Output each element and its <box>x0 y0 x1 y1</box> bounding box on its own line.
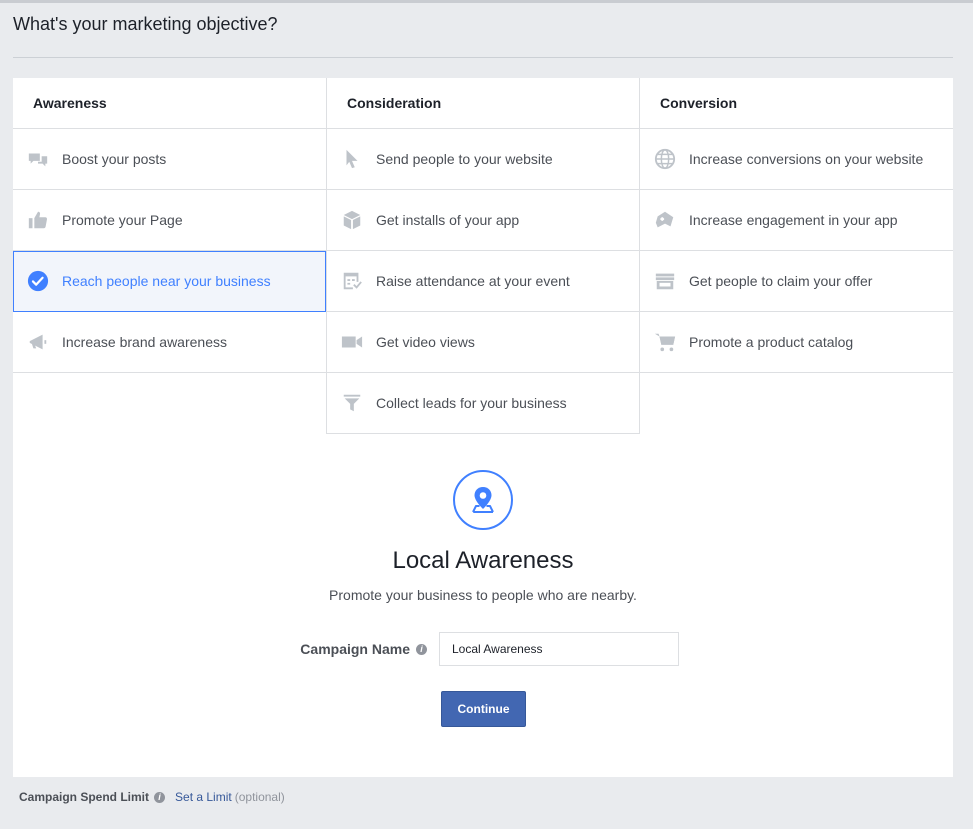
objective-grid: Awareness Boost your posts Promote your … <box>13 78 953 434</box>
column-conversion: Conversion Increase conversions on your … <box>640 78 953 373</box>
objective-website-traffic[interactable]: Send people to your website <box>326 129 640 190</box>
objective-label: Increase brand awareness <box>62 334 227 350</box>
map-pin-icon <box>453 470 513 530</box>
objective-offer-claims[interactable]: Get people to claim your offer <box>640 251 953 312</box>
objective-label: Send people to your website <box>376 151 553 167</box>
detail-description: Promote your business to people who are … <box>329 587 637 603</box>
objective-label: Collect leads for your business <box>376 395 567 411</box>
info-icon[interactable]: i <box>154 791 166 803</box>
set-limit-link[interactable]: Set a Limit <box>175 790 232 804</box>
objective-label: Get video views <box>376 334 475 350</box>
check-circle-icon <box>26 269 50 293</box>
thumbs-up-icon <box>26 208 50 232</box>
video-camera-icon <box>340 330 364 354</box>
objective-event-attendance[interactable]: Raise attendance at your event <box>326 251 640 312</box>
objective-lead-generation[interactable]: Collect leads for your business <box>326 373 640 434</box>
column-consideration: Consideration Send people to your websit… <box>326 78 640 434</box>
campaign-name-label: Campaign Name i <box>300 641 427 657</box>
campaign-name-text: Campaign Name <box>300 641 410 657</box>
objective-label: Promote a product catalog <box>689 334 854 350</box>
campaign-name-input[interactable] <box>439 632 679 666</box>
objective-label: Promote your Page <box>62 212 183 228</box>
page-title: What's your marketing objective? <box>13 14 278 34</box>
globe-icon <box>653 147 677 171</box>
shopping-cart-icon <box>653 330 677 354</box>
speech-bubbles-icon <box>26 147 50 171</box>
objective-label: Boost your posts <box>62 151 167 167</box>
cursor-icon <box>340 147 364 171</box>
column-header-awareness: Awareness <box>13 78 326 129</box>
box-icon <box>340 208 364 232</box>
column-awareness: Awareness Boost your posts Promote your … <box>13 78 326 373</box>
objective-promote-page[interactable]: Promote your Page <box>13 190 326 251</box>
optional-text: (optional) <box>234 790 285 804</box>
campaign-name-row: Campaign Name i <box>13 632 953 666</box>
objective-video-views[interactable]: Get video views <box>326 312 640 373</box>
funnel-icon <box>340 391 364 415</box>
objective-conversions[interactable]: Increase conversions on your website <box>640 129 953 190</box>
calendar-icon <box>340 269 364 293</box>
spend-limit-footer: Campaign Spend Limit i Set a Limit (opti… <box>19 790 285 804</box>
objective-panel: Awareness Boost your posts Promote your … <box>13 78 953 777</box>
detail-title: Local Awareness <box>392 547 574 574</box>
objective-label: Get installs of your app <box>376 212 520 228</box>
objective-detail: Local Awareness Promote your business to… <box>13 470 953 603</box>
objective-app-engagement[interactable]: Increase engagement in your app <box>640 190 953 251</box>
objective-label: Raise attendance at your event <box>376 273 570 289</box>
column-header-conversion: Conversion <box>640 78 953 129</box>
objective-boost-posts[interactable]: Boost your posts <box>13 129 326 190</box>
game-controller-icon <box>653 208 677 232</box>
objective-label: Reach people near your business <box>62 273 271 289</box>
objective-brand-awareness[interactable]: Increase brand awareness <box>13 312 326 373</box>
objective-reach-nearby[interactable]: Reach people near your business <box>13 251 326 312</box>
megaphone-icon <box>26 330 50 354</box>
title-divider <box>13 57 953 58</box>
objective-label: Get people to claim your offer <box>689 273 873 289</box>
objective-label: Increase conversions on your website <box>689 151 924 167</box>
top-border <box>0 0 973 3</box>
objective-label: Increase engagement in your app <box>689 212 898 228</box>
storefront-icon <box>653 269 677 293</box>
info-icon[interactable]: i <box>416 643 427 655</box>
objective-product-catalog[interactable]: Promote a product catalog <box>640 312 953 373</box>
continue-button[interactable]: Continue <box>441 691 526 727</box>
objective-app-installs[interactable]: Get installs of your app <box>326 190 640 251</box>
spend-limit-label: Campaign Spend Limit <box>19 790 150 804</box>
column-header-consideration: Consideration <box>326 78 640 129</box>
